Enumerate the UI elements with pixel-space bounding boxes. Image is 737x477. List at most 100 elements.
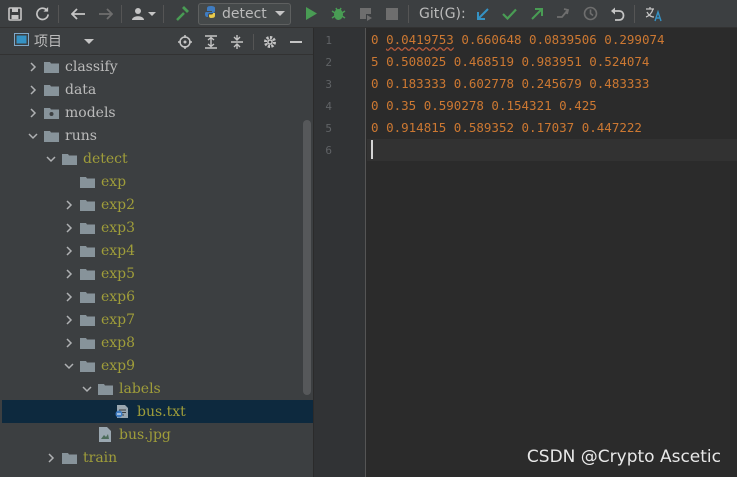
tree-item-label: exp8 [101,334,136,351]
chevron-down-icon[interactable] [43,151,59,167]
user-dropdown-icon[interactable] [129,2,159,26]
tree-item-label: train [83,449,118,466]
run-with-coverage-icon[interactable] [353,2,377,26]
tree-item-bus-jpg[interactable]: bus.jpg [2,423,313,446]
forward-arrow-icon[interactable] [93,2,117,26]
toolbar-divider [633,4,635,23]
chevron-right-icon[interactable] [61,289,77,305]
tree-item-label: exp9 [101,357,136,374]
folder-icon [79,336,95,350]
expand-all-icon[interactable] [198,31,224,53]
tree-item-labels[interactable]: labels [2,377,313,400]
chevron-right-icon[interactable] [61,243,77,259]
project-tree-scrollbar[interactable] [303,120,311,395]
chevron-right-icon[interactable] [61,266,77,282]
code-token: 0.35 0.590278 0.154321 0.425 [386,98,597,113]
tree-item-label: exp2 [101,196,136,213]
spellcheck-warning-token: 0.0419753 [386,32,454,47]
chevron-right-icon[interactable] [43,450,59,466]
tree-item-data[interactable]: data [2,78,313,101]
tree-item-label: exp3 [101,219,136,236]
folder-icon [79,175,95,189]
tree-item-exp2[interactable]: exp2 [2,193,313,216]
line-number-gutter: 1 2 3 4 5 6 [314,28,366,477]
run-configuration-dropdown[interactable]: detect [198,2,291,25]
toolbar-divider [163,4,164,23]
text-caret [371,140,373,159]
tree-item-exp5[interactable]: exp5 [2,262,313,285]
toolbar-divider [121,4,122,23]
history-clock-icon[interactable] [579,2,603,26]
folder-icon [97,382,113,396]
chevron-right-icon[interactable] [25,105,41,121]
code-line[interactable]: 0 0.35 0.590278 0.154321 0.425 [371,98,597,113]
tree-item-exp6[interactable]: exp6 [2,285,313,308]
project-tool-window: 项目 classify data models runs detect exp exp2 ex… [0,28,313,477]
chevron-right-icon[interactable] [61,312,77,328]
tree-item-exp3[interactable]: exp3 [2,216,313,239]
tree-item-bus-txt[interactable]: bus.txt [2,400,313,423]
tree-item-label: models [65,104,116,121]
tree-item-exp8[interactable]: exp8 [2,331,313,354]
code-token: 5 [371,54,387,69]
tree-item-exp4[interactable]: exp4 [2,239,313,262]
tree-item-label: bus.txt [137,403,186,420]
sync-icon[interactable] [30,2,54,26]
code-line[interactable]: 5 0.508025 0.468519 0.983951 0.524074 [371,54,649,69]
code-line[interactable]: 0 0.0419753 0.660648 0.0839506 0.299074 [371,32,665,47]
git-merge-icon[interactable] [552,2,576,26]
save-icon[interactable] [3,2,27,26]
build-hammer-icon[interactable] [171,2,195,26]
tree-item-exp7[interactable]: exp7 [2,308,313,331]
rollback-undo-icon[interactable] [606,2,630,26]
chevron-right-icon[interactable] [61,335,77,351]
chevron-right-icon[interactable] [25,82,41,98]
hide-minimize-icon[interactable] [283,31,309,53]
tree-chevron-spacer [97,404,113,420]
tree-item-models[interactable]: models [2,101,313,124]
folder-icon [79,244,95,258]
code-token: 0.508025 0.468519 0.983951 0.524074 [386,54,650,69]
tree-item-label: exp7 [101,311,136,328]
code-editor[interactable]: 1 2 3 4 5 6 0 0.0419753 0.660648 0.0839506 0.… [314,28,737,477]
toolbar-divider [253,33,254,50]
chevron-right-icon[interactable] [61,197,77,213]
python-icon [204,5,218,23]
chevron-down-icon[interactable] [79,381,95,397]
translate-icon[interactable] [642,2,666,26]
collapse-all-icon[interactable] [224,31,250,53]
tree-item-train[interactable]: train [2,446,313,469]
text-file-icon [115,405,131,419]
run-configuration-label: detect [222,5,267,22]
git-commit-check-icon[interactable] [498,2,522,26]
folder-icon [43,129,59,143]
tree-item-runs[interactable]: runs [2,124,313,147]
run-icon[interactable] [299,2,323,26]
tree-item-detect[interactable]: detect [2,147,313,170]
chevron-down-icon[interactable] [25,128,41,144]
chevron-down-icon [275,6,285,21]
chevron-right-icon[interactable] [61,220,77,236]
gear-icon[interactable] [257,31,283,53]
project-panel-title[interactable]: 项目 [34,31,62,51]
git-update-arrow-icon[interactable] [471,2,495,26]
package-folder-icon [43,106,59,120]
code-line[interactable]: 0 0.183333 0.602778 0.245679 0.483333 [371,76,649,91]
image-file-icon [97,427,113,442]
line-number: 6 [325,144,332,157]
stop-icon[interactable] [380,2,404,26]
chevron-down-icon[interactable] [61,358,77,374]
git-push-arrow-icon[interactable] [525,2,549,26]
tree-item-exp9[interactable]: exp9 [2,354,313,377]
locate-target-icon[interactable] [172,31,198,53]
code-line[interactable]: 0 0.914815 0.589352 0.17037 0.447222 [371,120,642,135]
chevron-right-icon[interactable] [25,59,41,75]
back-arrow-icon[interactable] [66,2,90,26]
chevron-down-icon[interactable] [84,34,94,49]
tree-item-classify[interactable]: classify [2,55,313,78]
tree-item-label: detect [83,150,128,167]
debug-bug-icon[interactable] [326,2,350,26]
tree-item-exp[interactable]: exp [2,170,313,193]
line-number: 2 [325,56,332,69]
folder-icon [79,267,95,281]
